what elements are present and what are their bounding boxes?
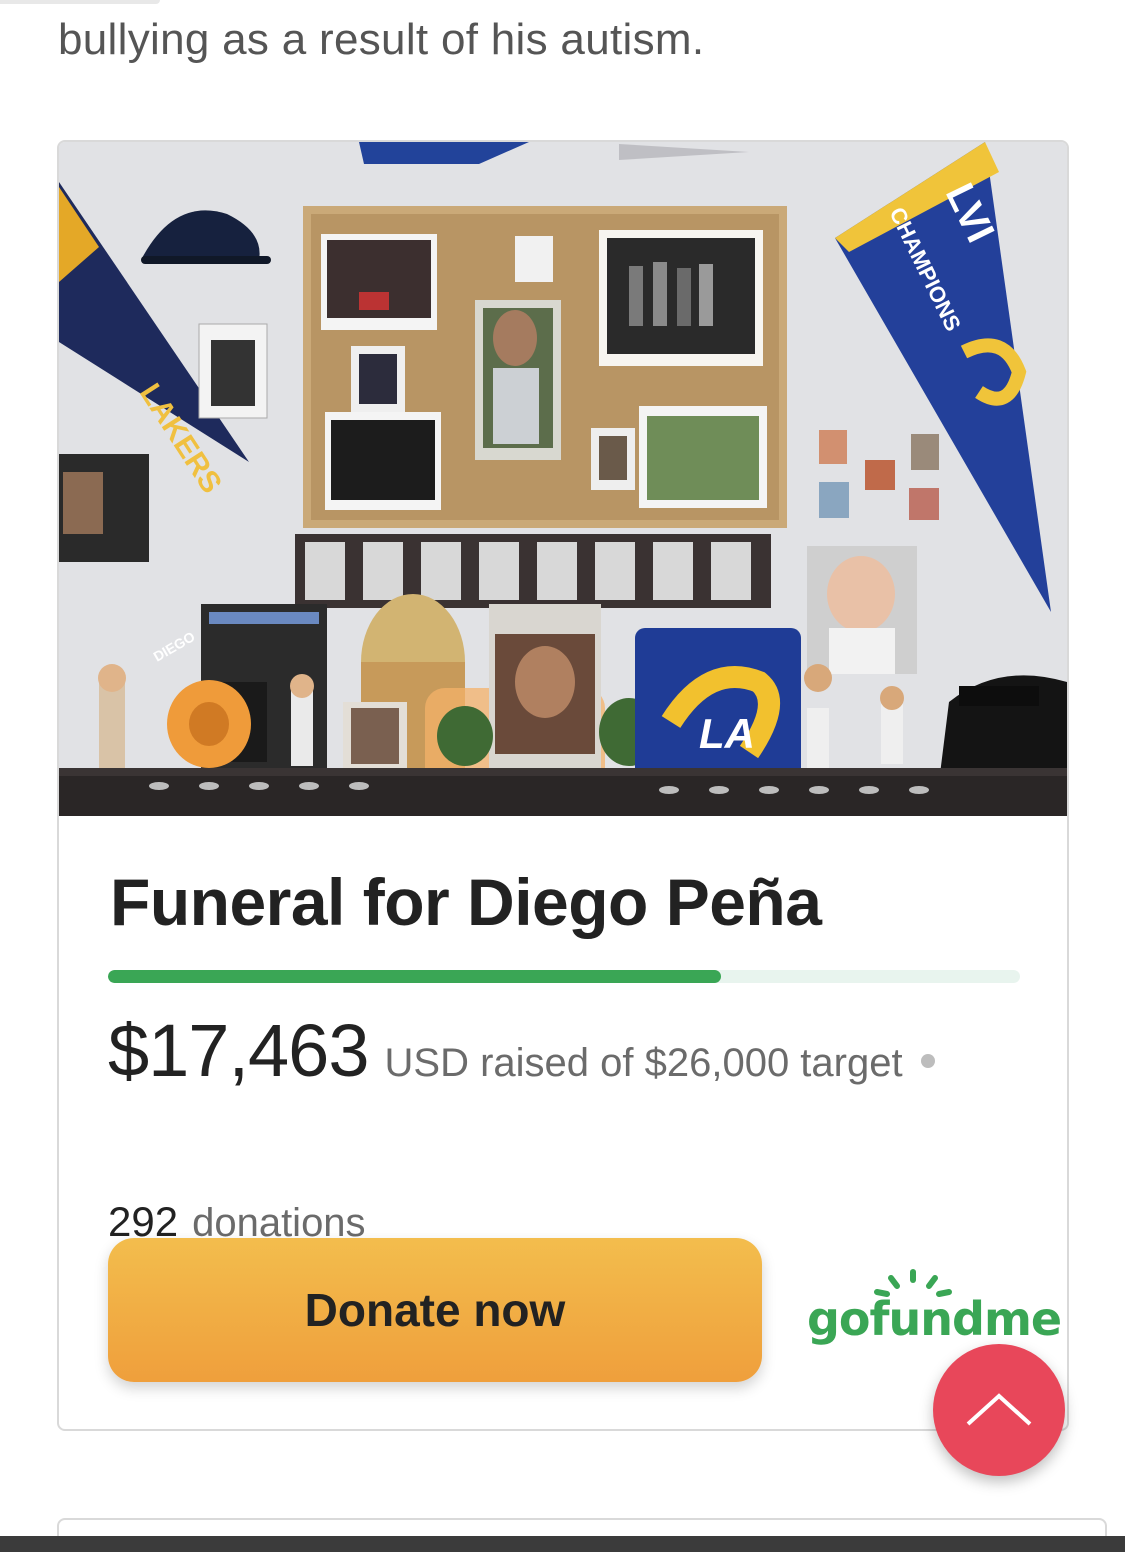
gofundme-logo[interactable]: gofundme (807, 1268, 1062, 1348)
photo-ram-logo: LA (699, 710, 755, 757)
chevron-up-icon (966, 1393, 1032, 1426)
fundraiser-photo[interactable]: LAKERS CHAMPIONS LVI DIEGO LA (59, 142, 1067, 816)
fundraiser-title[interactable]: Funeral for Diego Peña (110, 864, 822, 940)
donate-now-button[interactable]: Donate now (108, 1238, 762, 1382)
page: bullying as a result of his autism. LAKE… (0, 0, 1125, 1552)
article-paragraph: bullying as a result of his autism. (58, 15, 705, 64)
progress-bar-fill (108, 970, 721, 983)
progress-bar (108, 970, 1020, 983)
separator-dot (920, 1054, 935, 1068)
amount-raised: $17,463 (108, 1009, 369, 1092)
previous-element-edge (0, 0, 160, 4)
bottom-bar (0, 1536, 1125, 1552)
fundraiser-card[interactable]: LAKERS CHAMPIONS LVI DIEGO LA Funeral fo… (57, 140, 1069, 1431)
amount-raised-line: $17,463 USD raised of $26,000 target (108, 1008, 935, 1093)
amount-target-text: USD raised of $26,000 target (384, 1041, 903, 1085)
gofundme-logo-text: gofundme (807, 1292, 1062, 1346)
scroll-to-top-button[interactable] (933, 1344, 1065, 1476)
